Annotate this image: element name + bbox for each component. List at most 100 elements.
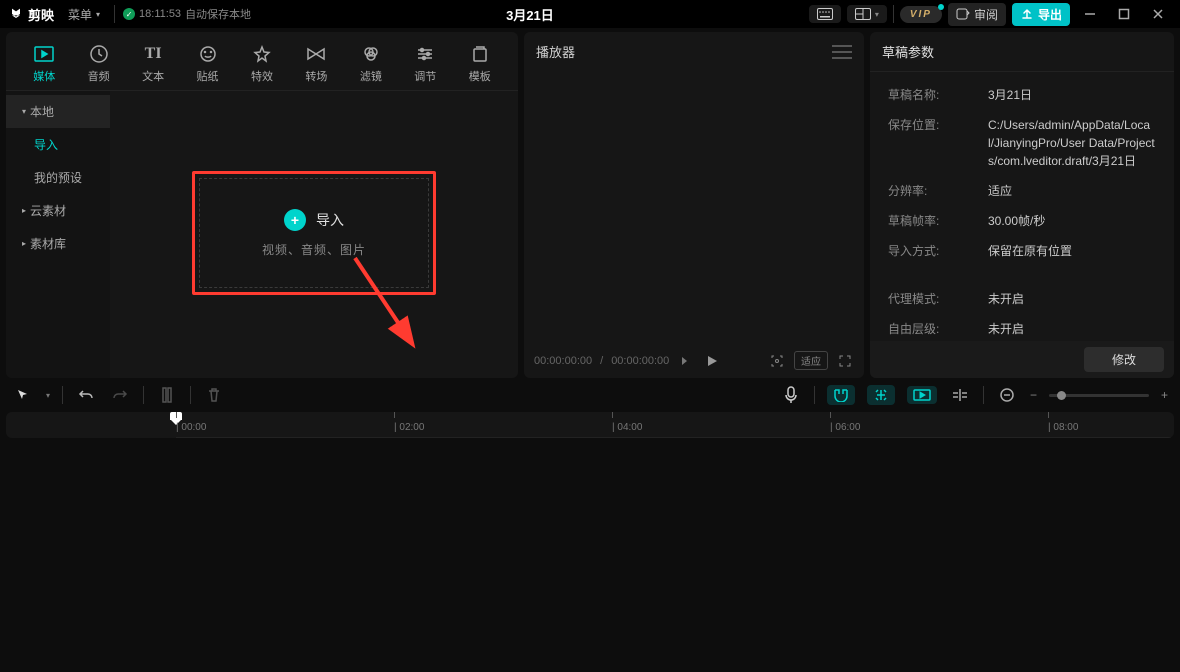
separator bbox=[893, 5, 894, 23]
window-minimize[interactable] bbox=[1076, 0, 1104, 28]
modify-button[interactable]: 修改 bbox=[1084, 347, 1164, 372]
sidebar-item-cloud[interactable]: ▸云素材 bbox=[6, 194, 110, 227]
focus-button[interactable] bbox=[768, 352, 786, 370]
tab-label: 特效 bbox=[251, 68, 273, 84]
zoom-out-button[interactable] bbox=[996, 384, 1018, 406]
media-tab-media[interactable]: 媒体 bbox=[18, 38, 70, 90]
time-sep: / bbox=[600, 355, 603, 367]
draft-value: 保留在原有位置 bbox=[988, 242, 1156, 260]
undo-button[interactable] bbox=[75, 384, 97, 406]
import-dropzone[interactable]: + 导入 视频、音频、图片 bbox=[199, 178, 429, 288]
separator bbox=[114, 5, 115, 23]
menu-label: 菜单 bbox=[68, 6, 92, 23]
separator bbox=[62, 386, 63, 404]
pointer-tool[interactable] bbox=[12, 384, 34, 406]
separator bbox=[983, 386, 984, 404]
sidebar-item-library[interactable]: ▸素材库 bbox=[6, 227, 110, 260]
time-current: 00:00:00:00 bbox=[534, 355, 592, 367]
split-button[interactable] bbox=[156, 384, 178, 406]
draft-value: 未开启 bbox=[988, 290, 1156, 308]
logo-icon bbox=[8, 6, 24, 22]
chevron-down-icon[interactable]: ▾ bbox=[46, 391, 50, 400]
sticker-icon bbox=[198, 44, 218, 64]
separator bbox=[814, 386, 815, 404]
layout-button[interactable]: ▾ bbox=[847, 5, 887, 23]
sidebar-label: 我的预设 bbox=[34, 169, 82, 186]
caret-down-icon: ▾ bbox=[22, 107, 26, 116]
vip-badge[interactable]: VIP bbox=[900, 6, 942, 23]
keyboard-icon bbox=[817, 8, 833, 20]
window-maximize[interactable] bbox=[1110, 0, 1138, 28]
ruler-mark: | 08:00 bbox=[1048, 412, 1078, 437]
ratio-selector[interactable]: 适应 bbox=[794, 351, 828, 370]
play-button[interactable] bbox=[703, 352, 721, 370]
draft-value: 未开启 bbox=[988, 320, 1156, 338]
review-button[interactable]: 审阅 bbox=[948, 3, 1006, 26]
check-icon: ✓ bbox=[123, 8, 135, 20]
tab-label: 滤镜 bbox=[360, 68, 382, 84]
keyboard-button[interactable] bbox=[809, 5, 841, 23]
media-tab-audio[interactable]: 音频 bbox=[72, 38, 124, 90]
tab-label: 媒体 bbox=[33, 68, 55, 84]
titlebar-right: ▾ VIP 审阅 导出 bbox=[809, 0, 1172, 28]
prev-frame-button[interactable] bbox=[677, 352, 695, 370]
draft-label: 草稿帧率: bbox=[888, 212, 988, 230]
import-subtitle: 视频、音频、图片 bbox=[262, 241, 366, 258]
media-sidebar: ▾本地 导入 我的预设 ▸云素材 ▸素材库 bbox=[6, 91, 110, 378]
text-icon: TI bbox=[143, 44, 163, 64]
caret-right-icon: ▸ bbox=[22, 206, 26, 215]
menu-button[interactable]: 菜单 ▾ bbox=[62, 4, 106, 25]
delete-button[interactable] bbox=[203, 384, 225, 406]
player-panel: 播放器 00:00:00:00 / 00:00:00:00 适应 bbox=[524, 32, 864, 378]
media-tab-text[interactable]: TI文本 bbox=[127, 38, 179, 90]
mic-button[interactable] bbox=[780, 384, 802, 406]
export-button[interactable]: 导出 bbox=[1012, 3, 1070, 26]
timeline-ruler[interactable]: | 00:00| 02:00| 04:00| 06:00| 08:00 bbox=[176, 412, 1174, 438]
zoom-slider[interactable] bbox=[1049, 394, 1149, 397]
review-icon bbox=[956, 7, 970, 21]
filter-icon bbox=[361, 44, 381, 64]
draft-value: 适应 bbox=[988, 182, 1156, 200]
document-title: 3月21日 bbox=[259, 5, 801, 24]
redo-button[interactable] bbox=[109, 384, 131, 406]
media-tab-template[interactable]: 模板 bbox=[454, 38, 506, 90]
draft-value: 3月21日 bbox=[988, 86, 1156, 104]
tab-label: 音频 bbox=[88, 68, 110, 84]
zoom-thumb[interactable] bbox=[1057, 391, 1066, 400]
caret-right-icon: ▸ bbox=[22, 239, 26, 248]
fullscreen-button[interactable] bbox=[836, 352, 854, 370]
draft-row: 代理模式:未开启 bbox=[870, 284, 1174, 314]
separator bbox=[190, 386, 191, 404]
draft-label: 草稿名称: bbox=[888, 86, 988, 104]
player-viewport[interactable] bbox=[524, 71, 864, 343]
export-label: 导出 bbox=[1038, 6, 1062, 23]
minus-icon: − bbox=[1030, 388, 1037, 402]
link-button[interactable] bbox=[867, 385, 895, 405]
magnet-button[interactable] bbox=[827, 385, 855, 405]
template-icon bbox=[470, 44, 490, 64]
media-main: + 导入 视频、音频、图片 bbox=[110, 91, 518, 378]
draft-value: C:/Users/admin/AppData/Local/JianyingPro… bbox=[988, 116, 1156, 170]
preview-button[interactable] bbox=[907, 386, 937, 404]
sidebar-item-preset[interactable]: 我的预设 bbox=[6, 161, 110, 194]
media-tab-sticker[interactable]: 贴纸 bbox=[181, 38, 233, 90]
align-button[interactable] bbox=[949, 384, 971, 406]
layout-icon bbox=[855, 8, 871, 20]
sidebar-label: 导入 bbox=[34, 136, 58, 153]
sidebar-item-import[interactable]: 导入 bbox=[6, 128, 110, 161]
media-tab-effect[interactable]: 特效 bbox=[236, 38, 288, 90]
media-tab-transition[interactable]: 转场 bbox=[290, 38, 342, 90]
media-tab-adjust[interactable]: 调节 bbox=[399, 38, 451, 90]
draft-row: 导入方式:保留在原有位置 bbox=[870, 236, 1174, 266]
player-menu-icon[interactable] bbox=[832, 45, 852, 59]
draft-row: 保存位置:C:/Users/admin/AppData/Local/Jianyi… bbox=[870, 110, 1174, 176]
tab-label: 调节 bbox=[414, 68, 436, 84]
window-close[interactable] bbox=[1144, 0, 1172, 28]
adjust-icon bbox=[415, 44, 435, 64]
chevron-down-icon: ▾ bbox=[875, 10, 879, 19]
sidebar-item-local[interactable]: ▾本地 bbox=[6, 95, 110, 128]
player-controls: 00:00:00:00 / 00:00:00:00 适应 bbox=[524, 343, 864, 378]
transition-icon bbox=[306, 44, 326, 64]
media-panel: 媒体 音频 TI文本贴纸特效 转场滤镜 调节 模板 ▾本地 导入 我的预设 ▸云素材 ▸素… bbox=[6, 32, 518, 378]
media-tab-filter[interactable]: 滤镜 bbox=[345, 38, 397, 90]
